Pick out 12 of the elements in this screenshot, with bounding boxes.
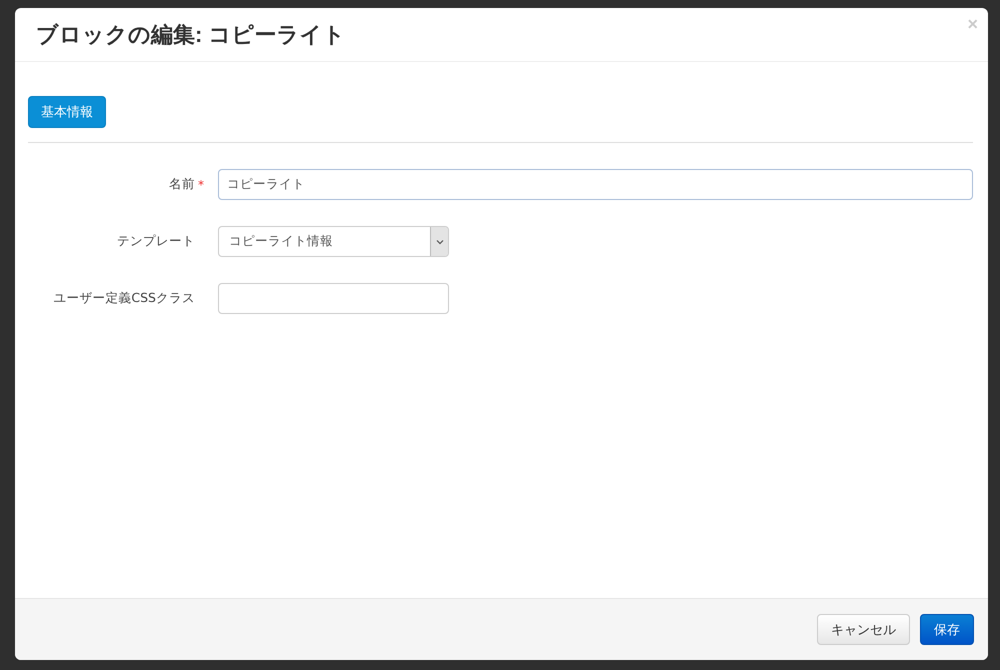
- field-label: テンプレート: [117, 233, 195, 250]
- field-label: 名前: [169, 176, 195, 193]
- select-field[interactable]: コピーライト情報: [218, 226, 449, 257]
- caret-icon: [430, 227, 448, 256]
- input-field[interactable]: コピーライト: [218, 169, 973, 200]
- save-button[interactable]: 保存: [920, 614, 974, 645]
- cancel-button[interactable]: キャンセル: [817, 614, 910, 645]
- required-mark: *: [198, 178, 204, 192]
- input-field[interactable]: [218, 283, 449, 314]
- field-label: ユーザー定義CSSクラス: [53, 290, 195, 307]
- tab[interactable]: 基本情報: [28, 96, 106, 128]
- dialog-title: ブロックの編集: コピーライト: [36, 20, 346, 48]
